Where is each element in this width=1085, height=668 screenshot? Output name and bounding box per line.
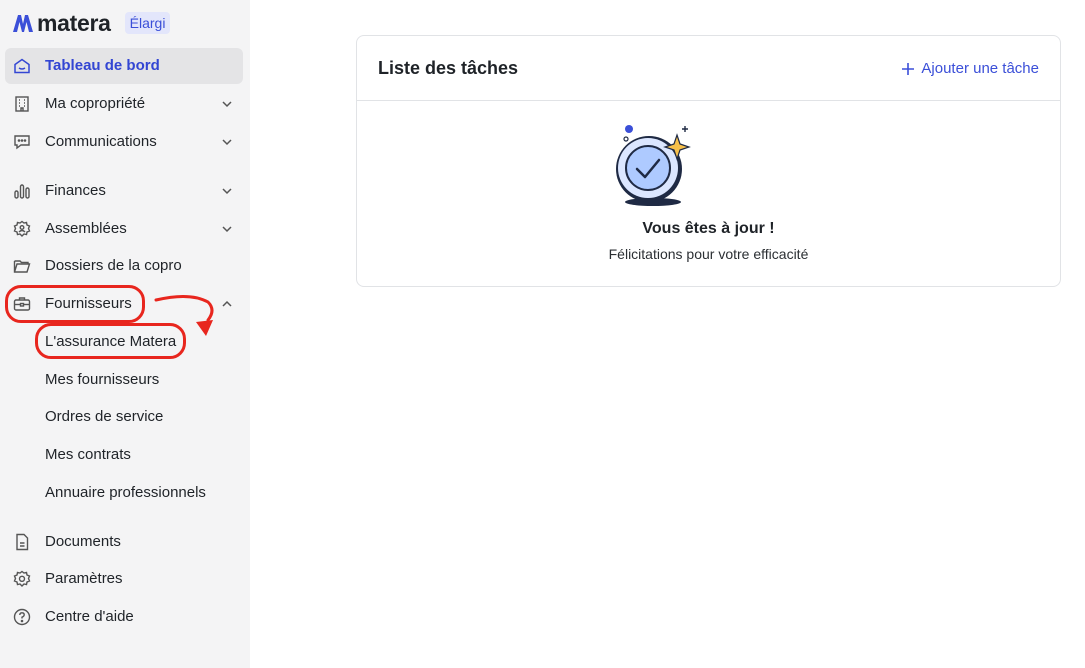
sidebar-item-communications[interactable]: Communications bbox=[5, 124, 243, 160]
sidebar-item-tableau-de-bord[interactable]: Tableau de bord bbox=[5, 48, 243, 84]
sidebar-subitem-label: Ordres de service bbox=[45, 408, 164, 425]
task-list-card: Liste des tâches Ajouter une tâche Vous … bbox=[356, 35, 1061, 287]
sidebar-item-ma-copropriete[interactable]: Ma copropriété bbox=[5, 86, 243, 122]
sidebar-item-finances[interactable]: Finances bbox=[5, 173, 243, 209]
sidebar-subitem-mes-contrats[interactable]: Mes contrats bbox=[5, 438, 243, 472]
sidebar-item-dossiers[interactable]: Dossiers de la copro bbox=[5, 248, 243, 284]
sidebar-item-fournisseurs[interactable]: Fournisseurs bbox=[5, 286, 243, 322]
brand[interactable]: matera Élargi bbox=[12, 10, 171, 36]
sidebar: matera Élargi Tableau de bord Ma copropr… bbox=[0, 0, 250, 668]
brand-name: matera bbox=[37, 10, 111, 36]
document-icon bbox=[13, 533, 31, 551]
sidebar-item-label: Dossiers de la copro bbox=[45, 257, 182, 274]
sidebar-item-label: Documents bbox=[45, 533, 121, 550]
gear-people-icon bbox=[13, 220, 31, 238]
sidebar-item-centre-aide[interactable]: Centre d'aide bbox=[5, 599, 243, 635]
settings-icon bbox=[13, 570, 31, 588]
sidebar-subitem-annuaire[interactable]: Annuaire professionnels bbox=[5, 476, 243, 510]
plan-badge: Élargi bbox=[124, 12, 171, 34]
sidebar-subitem-label: L'assurance Matera bbox=[45, 333, 177, 350]
empty-state-title: Vous êtes à jour ! bbox=[642, 220, 775, 237]
sidebar-item-label: Assemblées bbox=[45, 220, 127, 237]
add-task-label: Ajouter une tâche bbox=[921, 60, 1039, 77]
task-list-title: Liste des tâches bbox=[378, 58, 519, 78]
sidebar-item-label: Finances bbox=[45, 182, 106, 199]
sidebar-item-label: Tableau de bord bbox=[45, 57, 160, 74]
sidebar-subitem-label: Mes contrats bbox=[45, 446, 131, 463]
building-icon bbox=[13, 95, 31, 113]
folder-icon bbox=[13, 257, 31, 275]
help-icon bbox=[13, 608, 31, 626]
home-icon bbox=[13, 57, 31, 75]
sidebar-item-documents[interactable]: Documents bbox=[5, 524, 243, 560]
chat-icon bbox=[13, 133, 31, 151]
chevron-up-icon[interactable] bbox=[221, 299, 233, 309]
sidebar-subitem-ordres-de-service[interactable]: Ordres de service bbox=[5, 400, 243, 434]
chevron-down-icon[interactable] bbox=[221, 137, 233, 147]
empty-state-subtitle: Félicitations pour votre efficacité bbox=[608, 246, 809, 262]
task-list-header: Liste des tâches Ajouter une tâche bbox=[357, 36, 1060, 101]
plus-icon bbox=[902, 62, 915, 75]
sidebar-subitem-mes-fournisseurs[interactable]: Mes fournisseurs bbox=[5, 363, 243, 397]
sidebar-subitem-label: Mes fournisseurs bbox=[45, 371, 160, 388]
sidebar-item-label: Ma copropriété bbox=[45, 95, 146, 112]
chevron-down-icon[interactable] bbox=[221, 99, 233, 109]
briefcase-icon bbox=[13, 295, 31, 313]
bar-chart-icon bbox=[13, 182, 31, 200]
sidebar-item-parametres[interactable]: Paramètres bbox=[5, 561, 243, 597]
chevron-down-icon[interactable] bbox=[221, 186, 233, 196]
sidebar-item-label: Communications bbox=[45, 133, 157, 150]
sidebar-item-label: Fournisseurs bbox=[45, 295, 132, 312]
sidebar-subitem-label: Annuaire professionnels bbox=[45, 484, 206, 501]
sidebar-item-label: Paramètres bbox=[45, 570, 123, 587]
sidebar-item-label: Centre d'aide bbox=[45, 608, 134, 625]
checkmark-badge-icon bbox=[616, 125, 691, 206]
chevron-down-icon[interactable] bbox=[221, 224, 233, 234]
sidebar-subitem-assurance-matera[interactable]: L'assurance Matera bbox=[5, 325, 243, 359]
add-task-button[interactable]: Ajouter une tâche bbox=[901, 60, 1039, 77]
matera-logo-icon bbox=[13, 15, 33, 32]
sidebar-item-assemblees[interactable]: Assemblées bbox=[5, 211, 243, 247]
